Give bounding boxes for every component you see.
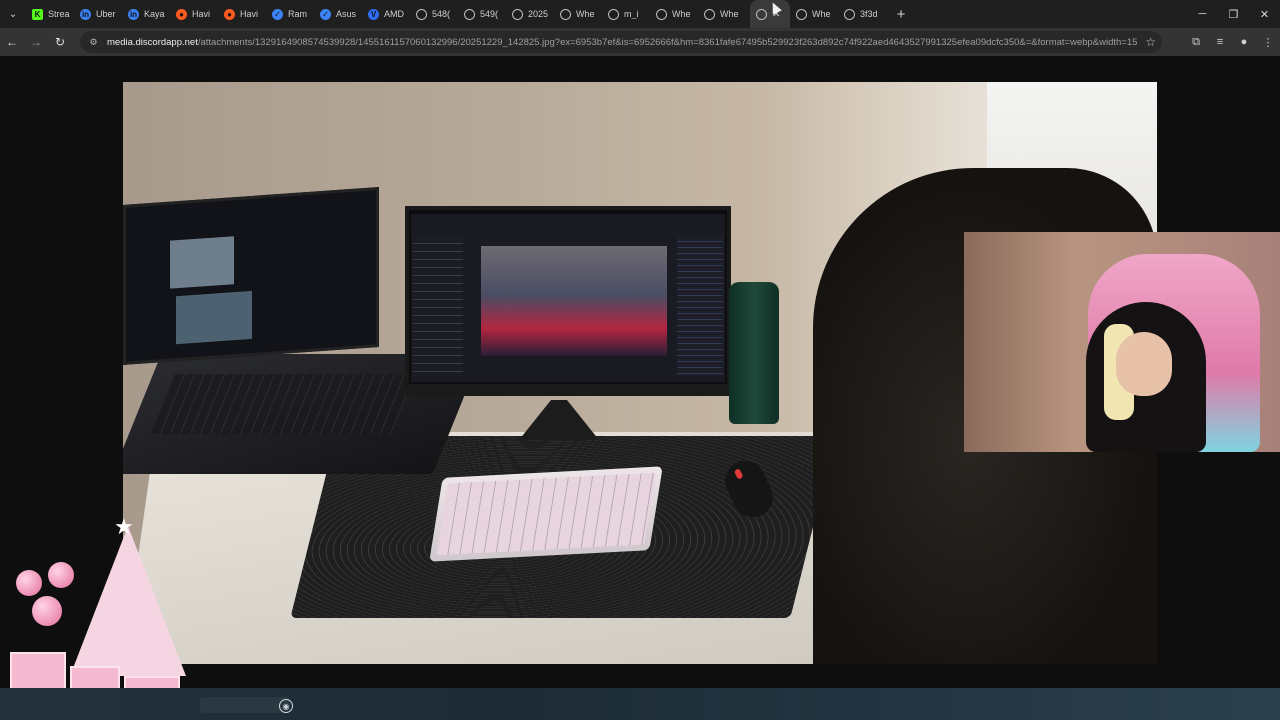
tree-shape xyxy=(70,526,186,676)
tab-title: AMD xyxy=(384,9,404,19)
browser-toolbar: ← → ↻ ⚙ media.discordapp.net/attachments… xyxy=(0,28,1280,56)
reddit-icon: ● xyxy=(176,8,187,20)
tab-14[interactable]: Whe xyxy=(698,0,746,28)
address-bar[interactable]: ⚙ media.discordapp.net/attachments/13291… xyxy=(80,31,1162,53)
url-path: /attachments/1329164908574539928/1455161… xyxy=(197,36,1137,48)
extensions-icon[interactable]: ⧉ xyxy=(1184,28,1208,56)
tab-title: Whe xyxy=(576,9,595,19)
tab-title: Uber xyxy=(96,9,116,19)
tab-title: 2025 xyxy=(528,9,549,19)
globe-icon xyxy=(464,8,475,20)
site-info-icon[interactable]: ⚙ xyxy=(88,37,99,48)
tab-7[interactable]: V AMD xyxy=(362,0,410,28)
tab-13[interactable]: Whe xyxy=(650,0,698,28)
tab-title: m_i xyxy=(624,9,639,19)
globe-icon xyxy=(756,8,767,20)
v-icon: V xyxy=(368,8,379,20)
emote-icon[interactable]: ◉ xyxy=(279,699,293,713)
globe-icon xyxy=(704,8,715,20)
tab-title: Asus xyxy=(336,9,357,19)
bottom-input[interactable] xyxy=(200,697,290,713)
reload-button[interactable]: ↻ xyxy=(48,28,72,56)
globe-icon xyxy=(560,8,571,20)
tab-12[interactable]: m_i xyxy=(602,0,650,28)
globe-icon xyxy=(416,8,427,20)
globe-icon xyxy=(796,8,807,20)
back-button[interactable]: ← xyxy=(0,28,24,56)
check-icon: ✓ xyxy=(320,8,331,20)
reddit-icon: ● xyxy=(224,8,235,20)
monitor-sidebar xyxy=(413,236,463,376)
ornament-ball-3 xyxy=(32,596,62,626)
tab-title: 548( xyxy=(432,9,451,19)
close-window-icon[interactable]: ✕ xyxy=(1249,0,1280,28)
tab-title: Strea xyxy=(48,9,70,19)
tab-title: Whe xyxy=(672,9,691,19)
tab-3[interactable]: ● Havi xyxy=(170,0,218,28)
webcam-overlay xyxy=(964,232,1280,452)
monitor-chat xyxy=(677,236,723,376)
globe-icon xyxy=(656,8,667,20)
check-icon: ✓ xyxy=(272,8,283,20)
tree-star-icon: ★ xyxy=(114,514,134,539)
laptop-keyboard xyxy=(150,374,416,434)
toolbar-right: ⧉ ≡ ● ⋮ xyxy=(1184,28,1280,56)
linkedin-icon: in xyxy=(80,8,91,20)
ornament-ball-2 xyxy=(48,562,74,588)
tab-11[interactable]: Whe xyxy=(554,0,602,28)
monitor-stream-view xyxy=(481,246,667,356)
tab-strip: ⌄ K Strea in Uber in Kaya ● Havi ● Havi ✓ Ram ✓ Asus V… xyxy=(0,0,1280,28)
tab-5[interactable]: ✓ Ram xyxy=(266,0,314,28)
tab-title: Whe xyxy=(720,9,739,19)
monitor-stand xyxy=(519,400,599,440)
tab-16[interactable]: Whe xyxy=(790,0,838,28)
ornament-ball-1 xyxy=(16,570,42,596)
tab-title: Ram xyxy=(288,9,308,19)
tab-title: Havi xyxy=(240,9,259,19)
mechanical-keyboard xyxy=(429,466,663,562)
tab-0[interactable]: K Strea xyxy=(26,0,74,28)
window-controls: ─ ❐ ✕ xyxy=(1187,0,1280,28)
profile-icon[interactable]: ● xyxy=(1232,28,1256,56)
restore-icon[interactable]: ❐ xyxy=(1218,0,1249,28)
tab-1[interactable]: in Uber xyxy=(74,0,122,28)
webcam-face xyxy=(1116,332,1172,396)
keycaps xyxy=(436,472,656,556)
laptop-pane-1 xyxy=(170,236,234,289)
image-viewer: ★ xyxy=(0,56,1280,720)
tab-title: Havi xyxy=(192,9,211,19)
tab-title: 3f3d xyxy=(860,9,878,19)
tab-6[interactable]: ✓ Asus xyxy=(314,0,362,28)
tab-17[interactable]: 3f3d xyxy=(838,0,886,28)
url-text[interactable]: media.discordapp.net/attachments/1329164… xyxy=(107,37,1137,48)
bookmark-star-icon[interactable]: ☆ xyxy=(1145,35,1156,49)
tab-search-chevron-icon[interactable]: ⌄ xyxy=(0,0,26,28)
globe-icon xyxy=(512,8,523,20)
monitor xyxy=(405,206,731,396)
tab-10[interactable]: 2025 xyxy=(506,0,554,28)
new-tab-button[interactable]: + xyxy=(890,0,912,28)
tab-8[interactable]: 548( xyxy=(410,0,458,28)
tab-title: Whe xyxy=(812,9,831,19)
minimize-icon[interactable]: ─ xyxy=(1187,0,1218,28)
forward-button[interactable]: → xyxy=(24,28,48,56)
monitor-screen xyxy=(411,214,725,382)
laptop-screen xyxy=(123,187,379,365)
url-host: media.discordapp.net xyxy=(107,36,198,48)
kick-icon: K xyxy=(32,8,43,20)
globe-icon xyxy=(844,8,855,20)
menu-icon[interactable]: ⋮ xyxy=(1256,28,1280,56)
tab-9[interactable]: 549( xyxy=(458,0,506,28)
linkedin-icon: in xyxy=(128,8,139,20)
tab-4[interactable]: ● Havi xyxy=(218,0,266,28)
laptop-pane-2 xyxy=(176,290,252,345)
tab-title: Kaya xyxy=(144,9,165,19)
tab-title: 549( xyxy=(480,9,499,19)
tumbler-cup xyxy=(729,282,779,424)
media-controls-icon[interactable]: ≡ xyxy=(1208,28,1232,56)
stream-bottom-bar: ◉ xyxy=(0,688,1280,720)
tab-2[interactable]: in Kaya xyxy=(122,0,170,28)
globe-icon xyxy=(608,8,619,20)
